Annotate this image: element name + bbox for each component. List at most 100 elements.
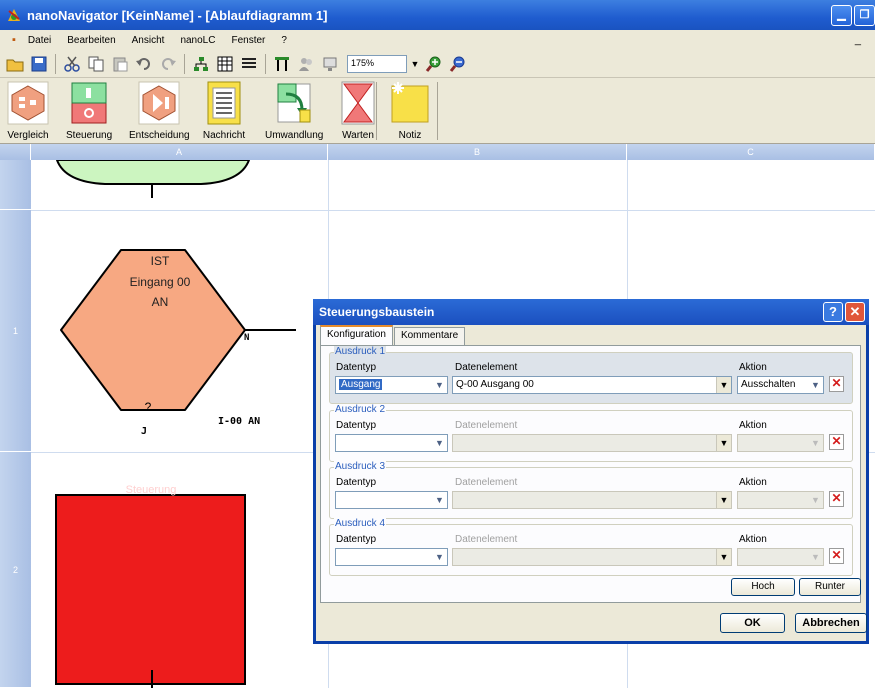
runter-button[interactable]: Runter xyxy=(799,578,861,596)
datentyp-select[interactable]: ▼ xyxy=(335,548,448,566)
palette-nachricht[interactable]: Nachricht xyxy=(202,80,246,141)
palette-label: Umwandlung xyxy=(265,130,324,141)
ok-button[interactable]: OK xyxy=(720,613,785,633)
chevron-down-icon: ▼ xyxy=(435,438,444,448)
aktion-label: Aktion xyxy=(739,534,767,545)
hoch-button[interactable]: Hoch xyxy=(731,578,795,596)
palette-vergleich[interactable]: Vergleich xyxy=(6,80,50,141)
column-header-b[interactable]: B xyxy=(328,144,627,160)
row-header-1[interactable]: 1 xyxy=(0,210,31,452)
menu-ansicht[interactable]: Ansicht xyxy=(124,35,173,46)
zoom-in-icon[interactable] xyxy=(423,53,445,75)
ausdruck-group-3: Ausdruck 3 Datentyp Datenelement Aktion … xyxy=(329,461,853,519)
help-button[interactable]: ? xyxy=(823,302,843,322)
toolbar-separator xyxy=(55,53,56,74)
palette-umwandlung[interactable]: Umwandlung xyxy=(265,80,323,141)
tree-layout-icon[interactable] xyxy=(190,53,212,75)
aktion-select[interactable]: Ausschalten ▼ xyxy=(737,376,824,394)
datentyp-select[interactable]: ▼ xyxy=(335,434,448,452)
menu-datei[interactable]: Datei xyxy=(20,35,59,46)
window-titlebar: nanoNavigator [KeinName] - [Ablaufdiagra… xyxy=(0,0,875,30)
datentyp-select[interactable]: ▼ xyxy=(335,491,448,509)
save-icon[interactable] xyxy=(28,53,50,75)
menu-fenster[interactable]: Fenster xyxy=(223,35,273,46)
lines-icon[interactable] xyxy=(238,53,260,75)
aktion-select[interactable]: ▼ xyxy=(737,434,824,452)
datenelement-select[interactable]: ▼ xyxy=(452,548,732,566)
aktion-select[interactable]: ▼ xyxy=(737,548,824,566)
datentyp-select[interactable]: Ausgang ▼ xyxy=(335,376,448,394)
zoom-out-icon[interactable] xyxy=(447,53,469,75)
decision-hexagon-shape xyxy=(60,249,246,411)
monitor-icon[interactable] xyxy=(319,53,341,75)
palette-steuerung[interactable]: Steuerung xyxy=(66,80,112,141)
redo-icon[interactable] xyxy=(157,53,179,75)
document-icon: ▪ xyxy=(12,34,16,46)
delete-expression-button[interactable]: ✕ xyxy=(829,491,844,507)
datentyp-label: Datentyp xyxy=(336,477,377,488)
aktion-select[interactable]: ▼ xyxy=(737,491,824,509)
delete-expression-button[interactable]: ✕ xyxy=(829,548,844,564)
datenelement-label: Datenelement xyxy=(455,420,518,431)
column-header-c[interactable]: C xyxy=(627,144,875,160)
palette-entscheidung[interactable]: Entscheidung xyxy=(129,80,190,141)
users-icon[interactable] xyxy=(295,53,317,75)
zoom-select[interactable]: 175% xyxy=(347,54,407,73)
row-header-0[interactable] xyxy=(0,160,31,210)
copy-icon[interactable] xyxy=(85,53,107,75)
chevron-down-icon: ▼ xyxy=(435,380,444,390)
ausdruck-group-1: Ausdruck 1 Datentyp Datenelement Aktion … xyxy=(329,346,853,404)
dropdown-arrow-icon: ▼ xyxy=(716,549,731,565)
palette-warten[interactable]: Warten xyxy=(336,80,380,141)
palette-notiz[interactable]: Notiz xyxy=(388,80,432,141)
hex-text-an: AN xyxy=(151,295,169,309)
row-header-2[interactable]: 2 xyxy=(0,452,31,688)
datenelement-value: Q-00 Ausgang 00 xyxy=(456,379,534,390)
ausdruck-group-2: Ausdruck 2 Datentyp Datenelement Aktion … xyxy=(329,404,853,462)
abbrechen-button[interactable]: Abbrechen xyxy=(795,613,867,633)
menu-bearbeiten[interactable]: Bearbeiten xyxy=(59,35,123,46)
dropdown-arrow-icon: ▼ xyxy=(716,377,731,393)
minimize-button[interactable]: ▁ xyxy=(831,5,852,26)
datentyp-label: Datentyp xyxy=(336,420,377,431)
grid-corner xyxy=(0,144,31,160)
vergleich-shape-icon xyxy=(6,80,50,126)
menu-help[interactable]: ? xyxy=(273,35,295,46)
palette-separator xyxy=(437,82,438,140)
tab-kommentare[interactable]: Kommentare xyxy=(393,327,466,345)
warten-hourglass-icon xyxy=(336,80,380,126)
mdi-minimize-button[interactable]: _ xyxy=(855,34,861,46)
paste-icon[interactable] xyxy=(109,53,131,75)
undo-icon[interactable] xyxy=(133,53,155,75)
table-icon[interactable] xyxy=(214,53,236,75)
toolbar: 175% ▼ xyxy=(0,50,875,78)
datenelement-label: Datenelement xyxy=(455,362,518,373)
start-terminal-shape xyxy=(55,160,251,185)
datenelement-select[interactable]: ▼ xyxy=(452,491,732,509)
datenelement-select[interactable]: ▼ xyxy=(452,434,732,452)
delete-expression-button[interactable]: ✕ xyxy=(829,376,844,392)
dropdown-arrow-icon: ▼ xyxy=(716,492,731,508)
close-button[interactable]: ✕ xyxy=(845,302,865,322)
restore-button[interactable]: ❐ xyxy=(854,5,875,26)
toolbar-separator xyxy=(265,53,266,74)
chevron-down-icon: ▼ xyxy=(811,380,820,390)
toolbar-separator xyxy=(184,53,185,74)
zoom-dropdown-icon[interactable]: ▼ xyxy=(409,55,421,73)
palette-label: Entscheidung xyxy=(129,130,190,141)
datentyp-label: Datentyp xyxy=(336,362,377,373)
aktion-label: Aktion xyxy=(739,420,767,431)
cut-icon[interactable] xyxy=(61,53,83,75)
app-logo-icon xyxy=(6,7,22,23)
menu-nanolc[interactable]: nanoLC xyxy=(172,35,223,46)
column-header-a[interactable]: A xyxy=(31,144,328,160)
hierarchy-icon[interactable] xyxy=(271,53,293,75)
datenelement-select[interactable]: Q-00 Ausgang 00 ▼ xyxy=(452,376,732,394)
dialog-tabs: Konfiguration Kommentare xyxy=(320,325,466,345)
delete-expression-button[interactable]: ✕ xyxy=(829,434,844,450)
hex-question-mark: ? xyxy=(144,400,152,414)
open-folder-icon[interactable] xyxy=(4,53,26,75)
ausdruck-group-4: Ausdruck 4 Datentyp Datenelement Aktion … xyxy=(329,518,853,576)
palette-separator xyxy=(376,82,377,140)
tab-konfiguration[interactable]: Konfiguration xyxy=(320,325,393,345)
